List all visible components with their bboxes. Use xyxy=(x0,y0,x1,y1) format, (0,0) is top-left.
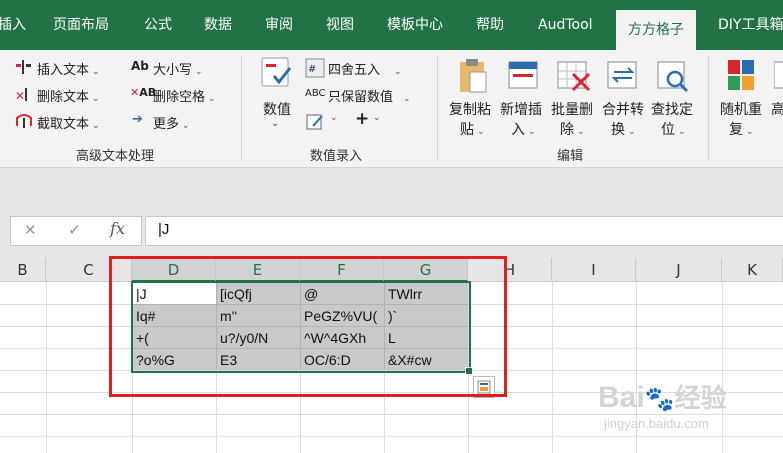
more-button[interactable]: 更多 ⌄ xyxy=(153,113,190,132)
edit-icon xyxy=(305,112,325,136)
tab-insert[interactable]: 插入 xyxy=(0,14,26,36)
copy-paste-icon xyxy=(457,58,489,98)
row-gridline xyxy=(0,436,783,437)
paw-icon: 🐾 xyxy=(644,386,675,413)
group-divider xyxy=(241,56,242,160)
arrow-right-icon: ➔ xyxy=(132,112,143,127)
formula-input[interactable]: |J xyxy=(145,216,783,246)
group-label-value: 数值录入 xyxy=(310,149,363,164)
cut-text-button[interactable]: 截取文本 ⌄ xyxy=(37,113,100,132)
keep-value-icon: ABC xyxy=(305,88,326,99)
case-button[interactable]: 大小写 ⌄ xyxy=(153,59,203,78)
more-tool-icon xyxy=(773,60,783,94)
enter-icon[interactable]: ✓ xyxy=(68,220,81,239)
cut-text-icon xyxy=(14,112,34,136)
random-repeat-icon xyxy=(726,58,758,96)
group-label-text: 高级文本处理 xyxy=(76,149,155,164)
tab-audtool[interactable]: AudTool xyxy=(538,14,593,36)
tab-diy-toolbox[interactable]: DIY工具箱 xyxy=(718,14,783,36)
batch-delete-button-line2[interactable]: 除 ⌄ xyxy=(560,119,585,139)
random-repeat-button-line2[interactable]: 复 ⌄ xyxy=(729,119,754,139)
round-button[interactable]: 四舍五入 ⌄ xyxy=(328,59,402,78)
column-header-i[interactable]: I xyxy=(552,258,636,282)
tab-formulas[interactable]: 公式 xyxy=(144,14,172,36)
merge-convert-icon xyxy=(606,60,640,96)
merge-convert-button[interactable]: 合并转 xyxy=(602,99,644,119)
formula-content: |J xyxy=(158,221,170,238)
ribbon-tab-bar: 插入 页面布局 公式 数据 审阅 视图 模板中心 帮助 AudTool 方方格子… xyxy=(0,0,783,50)
cancel-icon[interactable]: ✕ xyxy=(24,221,37,239)
svg-text:#: # xyxy=(308,64,316,75)
tab-fangfanggezi[interactable]: 方方格子 xyxy=(616,10,696,50)
tab-review[interactable]: 审阅 xyxy=(265,14,293,36)
ribbon-panel: 插入文本 ⌄ ✕ 删除文本 ⌄ 截取文本 ⌄ Ab 大小写 ⌄ ✕AB 删除空格 ⌄ ➔ … xyxy=(0,50,783,168)
function-icon[interactable]: fx xyxy=(110,219,125,238)
highlight-frame xyxy=(109,256,507,397)
column-header-b[interactable]: B xyxy=(0,258,46,282)
tab-help[interactable]: 帮助 xyxy=(476,14,504,36)
batch-delete-icon xyxy=(557,60,591,96)
tab-page-layout[interactable]: 页面布局 xyxy=(53,14,109,36)
case-icon: Ab xyxy=(131,59,149,73)
insert-new-icon xyxy=(508,60,540,96)
watermark-url: jingyan.baidu.com xyxy=(604,416,709,431)
insert-new-button[interactable]: 新增插 xyxy=(500,99,542,119)
watermark-brand: Bai xyxy=(598,381,645,414)
group-divider xyxy=(708,56,709,160)
edit-dropdown-chevron[interactable]: ⌄ xyxy=(330,113,338,123)
value-dropdown-chevron[interactable]: ⌄ xyxy=(271,118,279,129)
round-icon: # xyxy=(305,58,325,82)
random-repeat-button[interactable]: 随机重 xyxy=(720,99,762,119)
watermark-logo: Bai🐾经验 xyxy=(598,378,727,415)
value-button[interactable]: 数值 xyxy=(263,99,291,119)
delete-space-button[interactable]: 删除空格 ⌄ xyxy=(153,86,216,105)
delete-text-icon: ✕ xyxy=(14,85,34,109)
more-tool-button[interactable]: 高 xyxy=(771,99,783,119)
tab-data[interactable]: 数据 xyxy=(204,14,232,36)
find-locate-button[interactable]: 查找定 xyxy=(651,99,693,119)
plus-dropdown-chevron[interactable]: ⌄ xyxy=(373,113,381,123)
insert-text-button[interactable]: 插入文本 ⌄ xyxy=(37,59,100,78)
copy-paste-button[interactable]: 复制粘 xyxy=(449,99,491,119)
merge-convert-button-line2[interactable]: 换 ⌄ xyxy=(611,119,636,139)
tab-view[interactable]: 视图 xyxy=(326,14,354,36)
find-locate-icon xyxy=(656,60,690,98)
tab-template-center[interactable]: 模板中心 xyxy=(387,14,443,36)
insert-text-icon xyxy=(14,58,34,82)
column-gridline xyxy=(552,282,553,453)
column-gridline xyxy=(46,282,47,453)
group-label-edit: 编辑 xyxy=(557,149,584,164)
svg-text:✕: ✕ xyxy=(15,89,25,103)
delete-text-button[interactable]: 删除文本 ⌄ xyxy=(37,86,100,105)
insert-new-button-line2[interactable]: 入 ⌄ xyxy=(511,119,536,139)
group-divider xyxy=(437,56,438,160)
copy-paste-button-line2[interactable]: 贴 ⌄ xyxy=(460,119,485,139)
column-header-j[interactable]: J xyxy=(636,258,722,282)
watermark-brand-cn: 经验 xyxy=(674,383,727,413)
column-header-k[interactable]: K xyxy=(722,258,783,282)
find-locate-button-line2[interactable]: 位 ⌄ xyxy=(661,119,686,139)
batch-delete-button[interactable]: 批量删 xyxy=(551,99,593,119)
value-icon xyxy=(260,56,294,94)
column-gridline xyxy=(722,282,723,453)
keep-value-button[interactable]: 只保留数值 ⌄ xyxy=(328,86,411,105)
plus-icon[interactable]: + xyxy=(355,109,369,129)
